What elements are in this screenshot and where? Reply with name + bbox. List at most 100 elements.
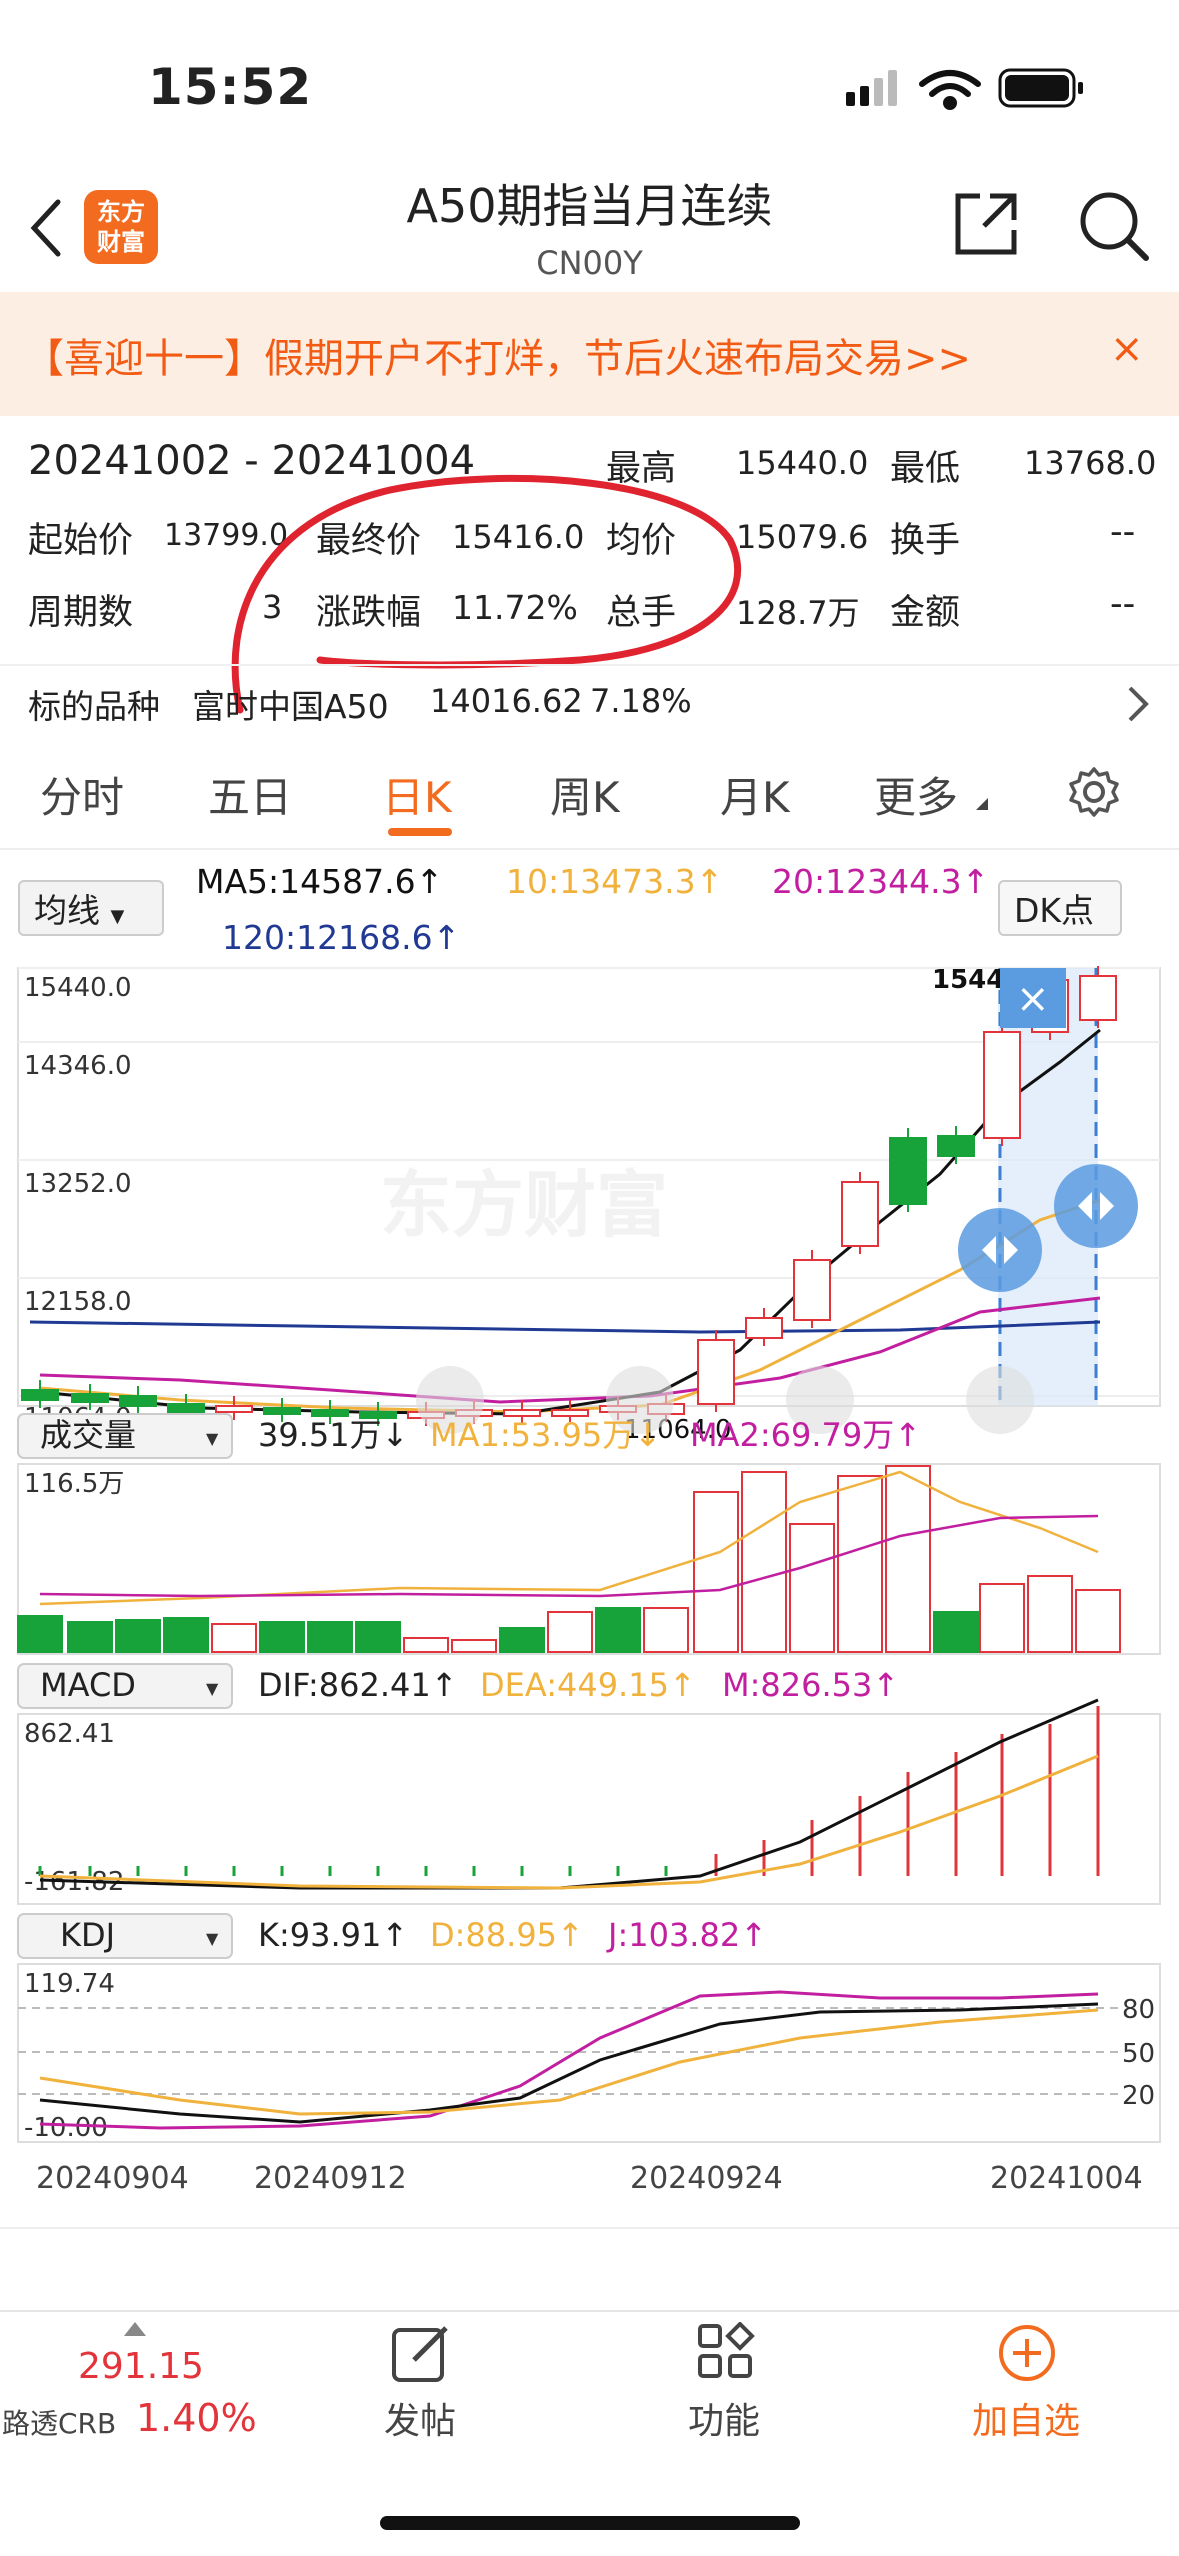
search-icon[interactable] (1076, 188, 1152, 264)
candle (119, 1395, 157, 1407)
macd-dif: DIF:862.41↑ (258, 1666, 458, 1704)
drag-handle-icon[interactable] (1054, 1164, 1138, 1248)
candle (745, 1317, 783, 1339)
underlying-price: 14016.62 (430, 682, 583, 720)
candle (889, 1137, 927, 1205)
battery-icon (998, 68, 1083, 108)
dropdown-triangle-icon (976, 798, 988, 810)
crb-price[interactable]: 291.15 (78, 2346, 204, 2387)
volume-ma1: MA1:53.95万↓ (430, 1416, 661, 1454)
date-label: 20240924 (630, 2161, 783, 2196)
date-label: 20240904 (36, 2161, 189, 2196)
chevron-right-icon[interactable] (1126, 684, 1150, 724)
dropdown-icon: ▼ (110, 906, 125, 927)
volume-bar (1075, 1589, 1121, 1653)
open-label: 起始价 (28, 521, 134, 561)
status-time: 15:52 (148, 58, 313, 116)
volume-bar (595, 1607, 641, 1653)
tab-fenshi[interactable]: 分时 (40, 764, 124, 825)
macd-dea: DEA:449.15↑ (480, 1666, 696, 1704)
close-selection-icon: × (1000, 968, 1066, 1028)
crb-change[interactable]: 1.40% (136, 2396, 257, 2440)
candle (1079, 975, 1117, 1021)
volume-bar (211, 1623, 257, 1653)
macd-dif-line (39, 1698, 1099, 1890)
macd-ymax: 862.41 (24, 1719, 115, 1749)
volume-bar (307, 1621, 353, 1653)
promo-banner-text[interactable]: 【喜迎十一】假期开户不打烊，节后火速布局交易>> (24, 326, 971, 384)
underlying-change: 7.18% (590, 682, 692, 720)
y-tick-15440: 15440.0 (24, 973, 132, 1003)
nav-add-label[interactable]: 加自选 (972, 2392, 1080, 2444)
ma-select-label: 均线 (34, 891, 100, 930)
tab-more[interactable]: 更多 (874, 764, 958, 825)
candle (263, 1407, 301, 1415)
crb-name[interactable]: 路透CRB (2, 2402, 116, 2442)
volume-bar (789, 1523, 835, 1653)
indicator-select-kdj (17, 1913, 233, 1959)
y-tick-14346: 14346.0 (24, 1051, 132, 1081)
ma20-value: 20:12344.3↑ (772, 862, 990, 901)
volume-bar (741, 1471, 787, 1653)
dropdown-icon: ▼ (206, 1679, 219, 1698)
underlying-label: 标的品种 (28, 687, 160, 726)
volume-bar (355, 1621, 401, 1653)
gear-icon[interactable] (1068, 766, 1120, 818)
indicator-select-ma[interactable]: 均线 ▼ (18, 880, 164, 936)
kdj-j: J:103.82↑ (606, 1916, 767, 1954)
nav-post-label[interactable]: 发帖 (384, 2392, 456, 2444)
active-tab-underline (388, 828, 452, 836)
close-icon[interactable]: × (1110, 326, 1144, 372)
candle (793, 1259, 831, 1321)
volume-bar (403, 1637, 449, 1653)
edit-post-icon[interactable] (390, 2322, 452, 2384)
drag-handle-icon[interactable] (958, 1208, 1042, 1292)
volume-select-label: 成交量 (40, 1416, 136, 1454)
drag-handle-circle (1054, 1164, 1138, 1248)
candle (697, 1339, 735, 1405)
kdj-level-80: 80 (1122, 1995, 1155, 2025)
volume-bar (115, 1619, 161, 1653)
chart-nav-circle (966, 1366, 1034, 1434)
volume-bar (259, 1621, 305, 1653)
macd-panel (17, 1713, 1161, 1905)
volume-bar (163, 1617, 209, 1653)
underlying-name: 富时中国A50 (192, 687, 389, 726)
volume-ma2-line (39, 1514, 1099, 1598)
dk-point-button[interactable]: DK点 (998, 880, 1122, 936)
volume-ma1-line (39, 1470, 1099, 1606)
volume-bar (933, 1611, 979, 1653)
dropdown-icon: ▼ (206, 1929, 219, 1948)
kline-chart[interactable]: 东方财富15440.014346.013252.012158.011064.01… (0, 960, 1179, 2280)
tab-rik[interactable]: 日K (382, 764, 452, 825)
add-circle-icon[interactable] (996, 2322, 1058, 2384)
close-selection-x: × (1016, 976, 1050, 1022)
volume-bar (837, 1475, 883, 1653)
volume-bar (693, 1491, 739, 1653)
tab-zhouk[interactable]: 周K (550, 764, 620, 825)
macd-m: M:826.53↑ (722, 1666, 899, 1704)
up-triangle-icon (124, 2322, 146, 2336)
kdj-ymin: -10.00 (24, 2113, 108, 2143)
volume-bar (643, 1607, 689, 1653)
amount-label: 金额 (890, 593, 961, 633)
tab-wuri[interactable]: 五日 (208, 764, 292, 825)
share-icon[interactable] (950, 188, 1022, 260)
kdj-level-20: 20 (1122, 2081, 1155, 2111)
volume-bar (885, 1465, 931, 1653)
volume-bar (67, 1621, 113, 1653)
kdj-j-line (39, 1990, 1099, 2130)
signal-icon (846, 70, 897, 106)
dropdown-icon: ▼ (206, 1429, 219, 1448)
apps-grid-icon[interactable] (696, 2322, 756, 2382)
tab-yuek[interactable]: 月K (720, 764, 790, 825)
turnover-value: -- (1110, 512, 1136, 552)
ma120-value: 120:12168.6↑ (222, 918, 461, 957)
watermark-text: 东方财富 (380, 1163, 668, 1247)
kdj-d: D:88.95↑ (430, 1916, 584, 1954)
candle (937, 1135, 975, 1157)
volume-bar (1027, 1575, 1073, 1653)
candle (21, 1389, 59, 1401)
nav-func-label[interactable]: 功能 (688, 2392, 760, 2444)
date-label: 20240912 (254, 2161, 407, 2196)
